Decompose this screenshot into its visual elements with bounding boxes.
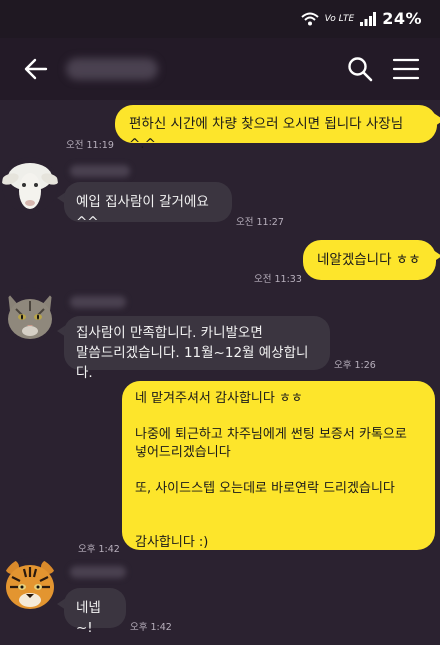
cat-icon: [2, 287, 58, 343]
my-message-bubble[interactable]: 네 맡겨주셔서 감사합니다 ㅎㅎ 나중에 퇴근하고 차주님에게 썬팅 보증서 카…: [122, 381, 435, 550]
their-message-bubble[interactable]: 예입 집사람이 갈거에요^^: [64, 182, 232, 230]
signal-icon: [360, 11, 377, 26]
their-message-bubble[interactable]: 집사람이 만족합니다. 카니발오면 말씀드리겠습니다. 11월~12월 예상합니…: [64, 316, 330, 381]
tiger-icon: [2, 557, 58, 613]
battery-level: 24%: [382, 9, 422, 28]
chat-room-name-blurred: [66, 58, 158, 80]
sheep-icon: [2, 157, 58, 213]
bubble-tail: [432, 112, 440, 128]
my-message-bubble[interactable]: 편하신 시간에 차량 찾으러 오시면 됩니다 사장님 ^.^: [115, 105, 437, 152]
message-time: 오후 1:42: [130, 622, 172, 633]
sender-name-blurred: [70, 165, 130, 177]
avatar-cat[interactable]: [2, 287, 58, 343]
arrow-left-icon[interactable]: [22, 55, 50, 83]
status-bar: Vo LTE 24%: [0, 0, 440, 38]
sender-name-blurred: [70, 566, 126, 578]
sender-name-blurred: [70, 296, 126, 308]
search-icon[interactable]: [346, 55, 374, 83]
wifi-icon: [300, 12, 319, 25]
their-message-bubble[interactable]: 네넵~!: [64, 588, 126, 636]
avatar-sheep[interactable]: [2, 157, 58, 213]
bubble-tail: [430, 248, 440, 264]
message-time: 오전 11:19: [66, 140, 114, 151]
my-message-bubble[interactable]: 네알겠습니다 ㅎㅎ: [303, 240, 436, 280]
network-label: Vo LTE: [324, 13, 355, 24]
message-time: 오전 11:27: [236, 217, 284, 228]
status-icons: Vo LTE 24%: [300, 9, 422, 28]
avatar-tiger[interactable]: [2, 557, 58, 613]
message-time: 오전 11:33: [254, 274, 302, 285]
chat-header: [0, 38, 440, 100]
message-time: 오후 1:26: [334, 360, 376, 371]
hamburger-menu-icon[interactable]: [392, 55, 420, 83]
message-time: 오후 1:42: [78, 544, 120, 555]
